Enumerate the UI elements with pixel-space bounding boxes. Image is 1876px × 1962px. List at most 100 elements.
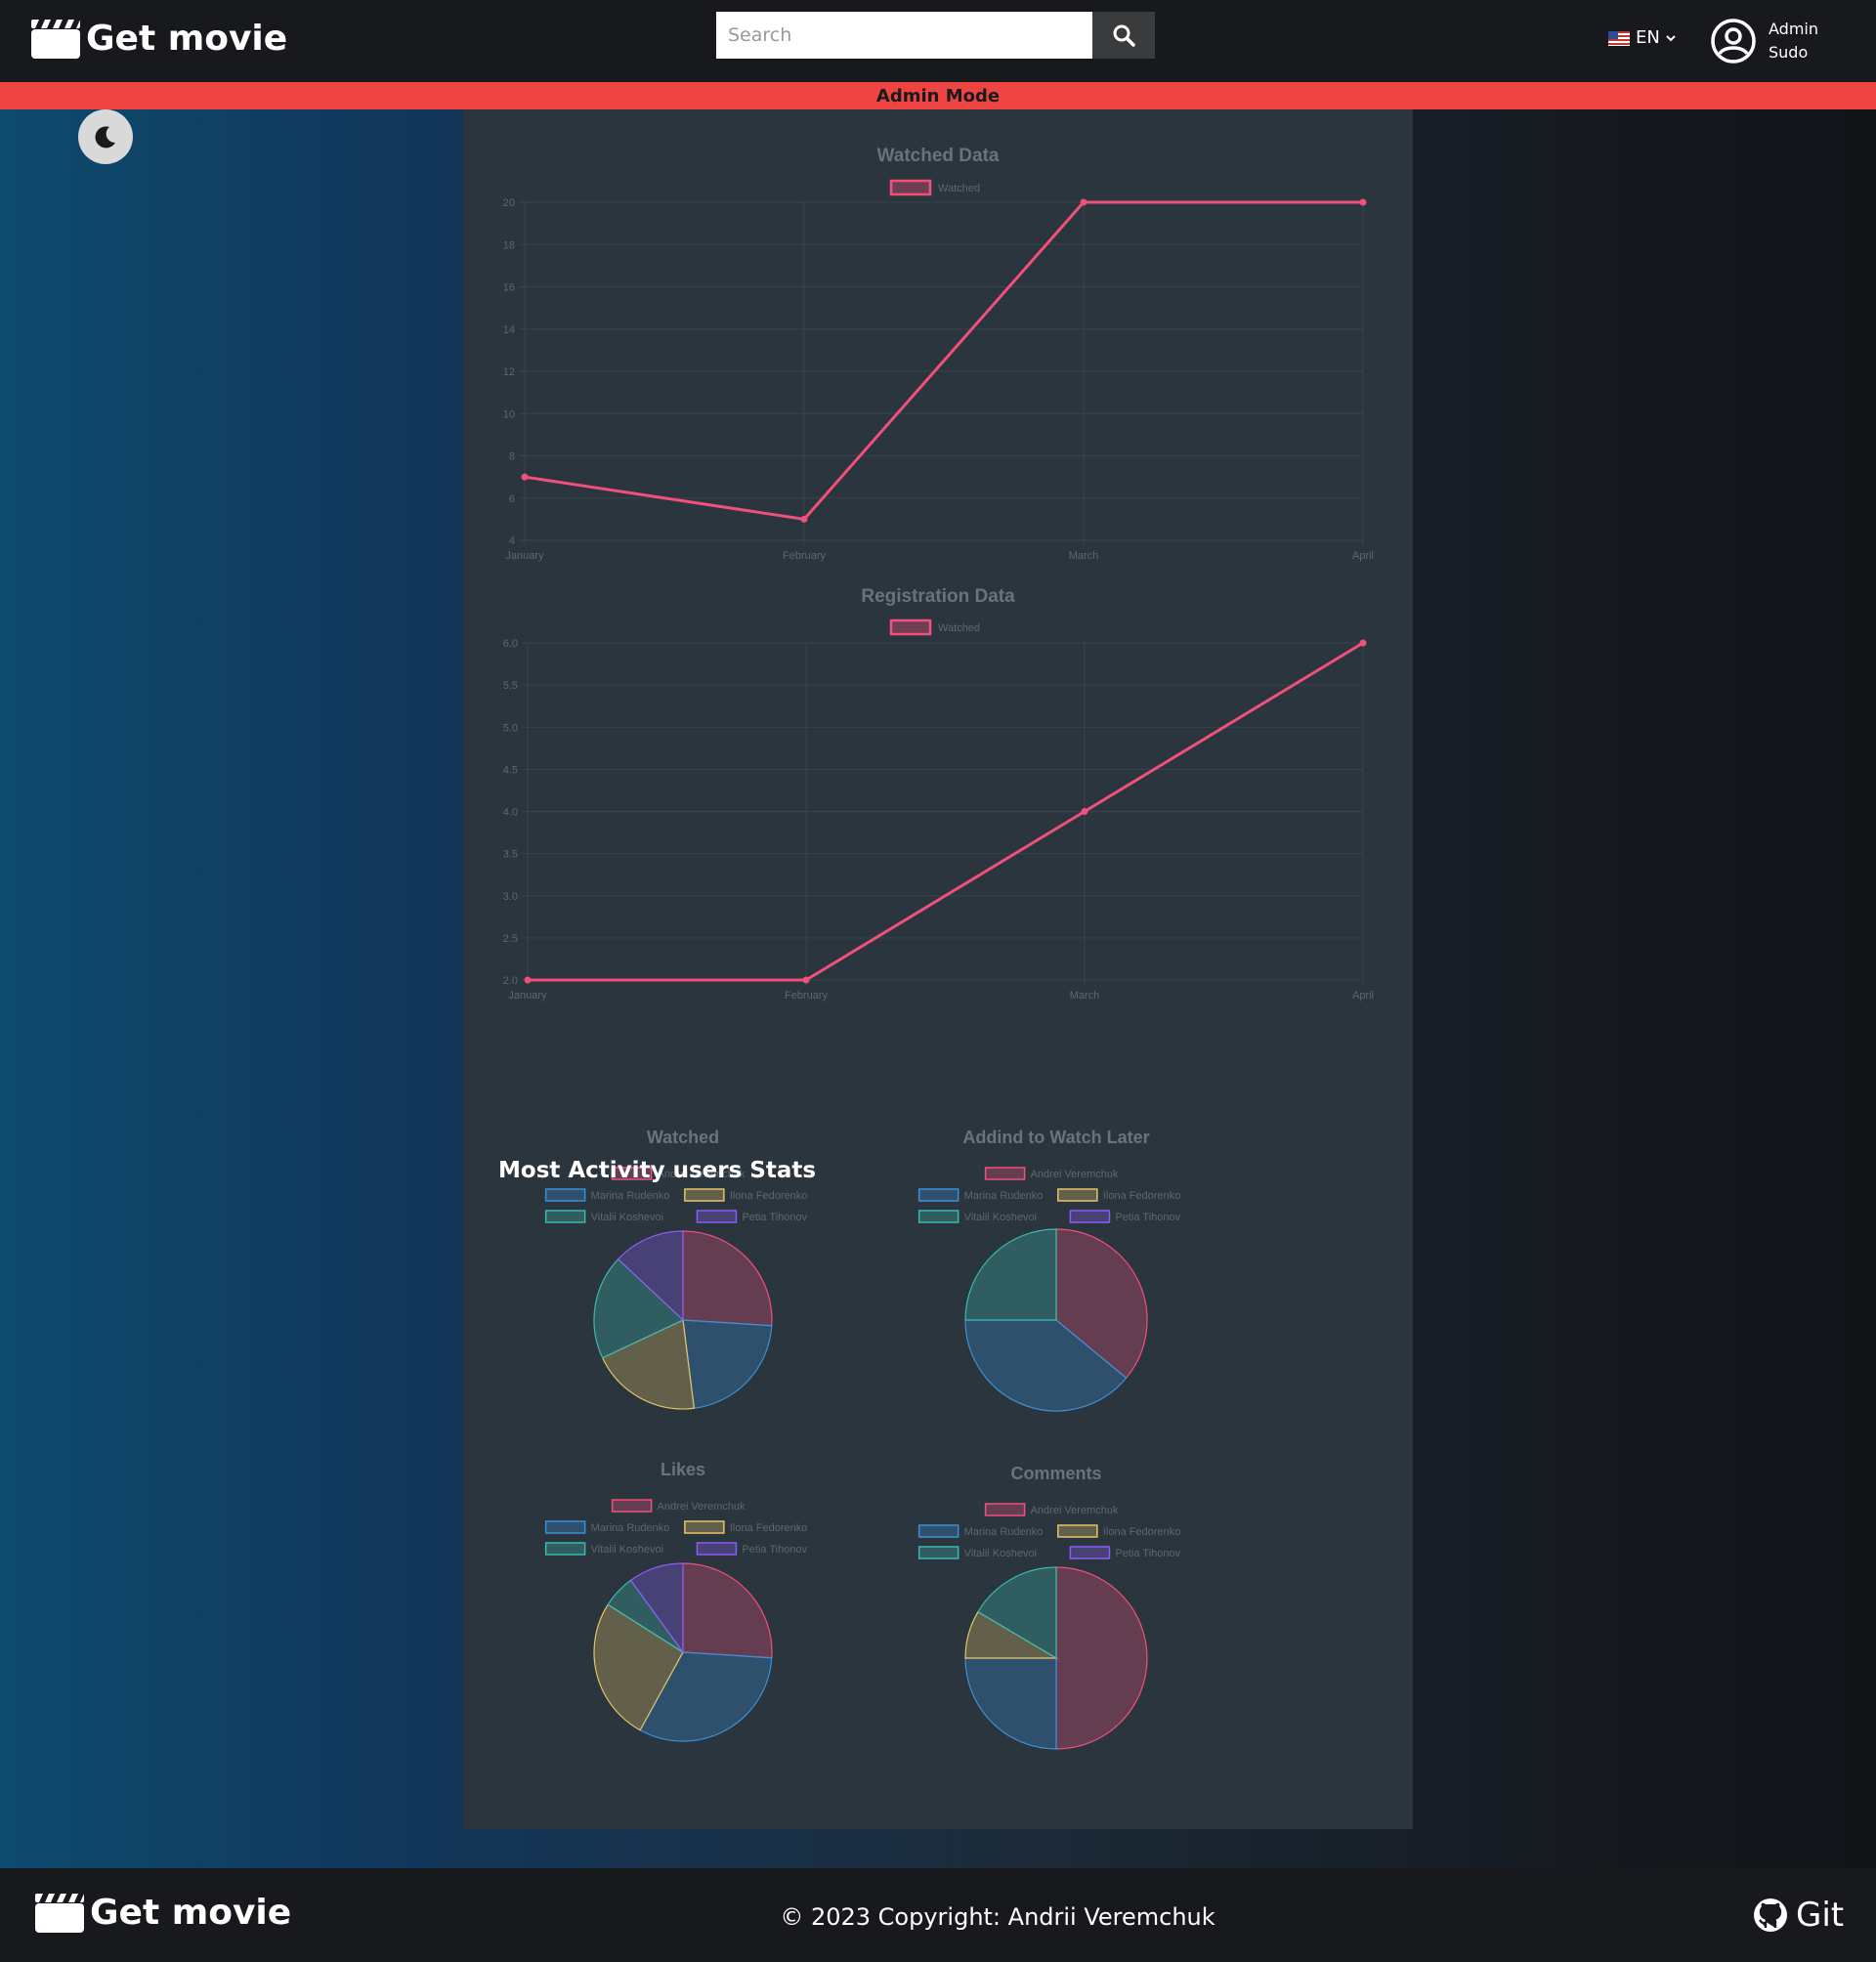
y-tick-label: 3.0 [503, 891, 518, 903]
legend-swatch [984, 1167, 1026, 1180]
chart-title: Watched [647, 1128, 719, 1147]
y-tick-label: 5.5 [503, 680, 518, 692]
legend-label: Marina Rudenko [591, 1522, 670, 1534]
y-tick-label: 5.0 [503, 722, 518, 734]
moon-icon [95, 126, 115, 149]
line-chart: Registration Data Watched 2.0 2.5 3.0 3.5 4.0 4… [503, 586, 1374, 1002]
chart-title: Registration Data [861, 586, 1015, 607]
user-circle-icon [1711, 19, 1756, 64]
search-icon [1113, 24, 1135, 47]
pie-chart: Comments Andrei Veremchuk Marina Rudenko Il… [917, 1464, 1181, 1750]
legend-swatch [1069, 1210, 1111, 1223]
chart-title: Likes [661, 1460, 705, 1479]
legend-swatch [684, 1520, 725, 1534]
legend-label: Ilona Fedorenko [1103, 1526, 1181, 1538]
theme-toggle-button[interactable] [78, 109, 133, 164]
pie-slice [964, 1657, 1057, 1750]
legend-label: Watched [938, 183, 980, 194]
x-tick-label: April [1352, 550, 1374, 562]
y-tick-label: 10 [503, 408, 515, 420]
legend-swatch [1057, 1188, 1098, 1202]
legend-swatch [984, 1503, 1026, 1516]
legend-label: Vitalii Koshevoi [591, 1212, 663, 1223]
legend-label: Vitalii Koshevoi [964, 1212, 1037, 1223]
data-point [521, 473, 529, 481]
stats-panel: Watched Data Watched 4 6 8 10 12 14 16 18 20 Januar… [463, 109, 1413, 1829]
x-tick-label: January [508, 990, 547, 1002]
pie-slice [682, 1562, 773, 1659]
y-tick-label: 16 [503, 282, 515, 294]
y-tick-label: 8 [509, 451, 515, 463]
legend-swatch [544, 1210, 586, 1223]
legend-swatch [917, 1210, 959, 1223]
legend-label: Petia Tihonov [742, 1544, 807, 1556]
y-tick-label: 3.5 [503, 849, 518, 861]
chart-title: Watched Data [877, 146, 1000, 166]
legend-label: Marina Rudenko [964, 1190, 1044, 1202]
pie-slice [964, 1228, 1057, 1321]
y-tick-label: 4.5 [503, 764, 518, 776]
legend-label: Andrei Veremchuk [1031, 1169, 1119, 1180]
legend-label: Marina Rudenko [964, 1526, 1044, 1538]
y-tick-label: 4.0 [503, 807, 518, 819]
pie-slice [682, 1319, 773, 1409]
admin-mode-label: Admin Mode [875, 85, 1001, 107]
legend-swatch [1069, 1546, 1111, 1559]
legend-label: Marina Rudenko [591, 1190, 670, 1202]
data-point [524, 976, 532, 984]
legend-swatch [917, 1188, 959, 1202]
clapperboard-icon [31, 20, 80, 59]
legend-swatch [917, 1546, 959, 1559]
chart-title: Addind to Watch Later [962, 1128, 1149, 1147]
legend-swatch [544, 1188, 586, 1202]
legend-label: Andrei Veremchuk [1031, 1505, 1119, 1516]
x-tick-label: March [1070, 990, 1100, 1002]
y-tick-label: 4 [509, 535, 515, 547]
pie-slice [682, 1230, 773, 1327]
footer: Get movie © 2023 Copyright: Andrii Verem… [0, 1868, 1876, 1962]
search-input[interactable] [716, 12, 1092, 59]
git-link[interactable]: Git [1753, 1896, 1844, 1935]
legend-label: Ilona Fedorenko [730, 1522, 808, 1534]
github-icon [1754, 1898, 1787, 1932]
y-tick-label: 20 [503, 197, 515, 209]
user-first-name: Admin [1769, 20, 1818, 38]
y-tick-label: 2.5 [503, 933, 518, 945]
legend-swatch [1057, 1524, 1098, 1538]
legend-label: Ilona Fedorenko [730, 1190, 808, 1202]
legend-swatch [684, 1188, 725, 1202]
legend-swatch [544, 1542, 586, 1556]
data-point [1080, 198, 1087, 206]
legend-label: Vitalii Koshevoi [591, 1544, 663, 1556]
pie-chart: Addind to Watch Later Andrei Veremchuk Mar… [917, 1128, 1181, 1412]
line-chart: Watched Data Watched 4 6 8 10 12 14 16 18 20 Januar… [503, 146, 1374, 562]
search-button[interactable] [1092, 12, 1155, 59]
y-tick-label: 18 [503, 239, 515, 251]
legend-label: Petia Tihonov [1115, 1212, 1180, 1223]
x-tick-label: February [783, 550, 827, 562]
admin-mode-banner: Admin Mode [0, 82, 1876, 109]
brand-link[interactable]: Get movie [31, 18, 287, 59]
data-point [1081, 808, 1088, 815]
y-tick-label: 14 [503, 324, 515, 336]
x-tick-label: April [1352, 990, 1374, 1002]
data-point [1359, 639, 1367, 647]
section-title: Most Activity users Stats [498, 1158, 817, 1183]
legend-label: Petia Tihonov [1115, 1548, 1180, 1559]
legend-label: Ilona Fedorenko [1103, 1190, 1181, 1202]
legend-swatch [696, 1210, 738, 1223]
git-label: Git [1796, 1896, 1845, 1935]
legend-swatch [696, 1542, 738, 1556]
user-name-block: Admin Sudo [1769, 18, 1818, 64]
language-label: EN [1636, 27, 1660, 48]
us-flag-icon [1608, 30, 1630, 46]
language-dropdown[interactable]: EN [1608, 27, 1676, 48]
pie-slice [1055, 1566, 1148, 1750]
legend-swatch [917, 1524, 959, 1538]
pie-chart: Likes Andrei Veremchuk Marina Rudenko Ilona… [544, 1460, 808, 1742]
legend-label: Petia Tihonov [742, 1212, 807, 1223]
user-menu[interactable]: Admin Sudo [1710, 18, 1818, 64]
chart-title: Comments [1010, 1464, 1101, 1483]
chevron-down-icon [1666, 34, 1676, 41]
data-point [802, 976, 810, 984]
